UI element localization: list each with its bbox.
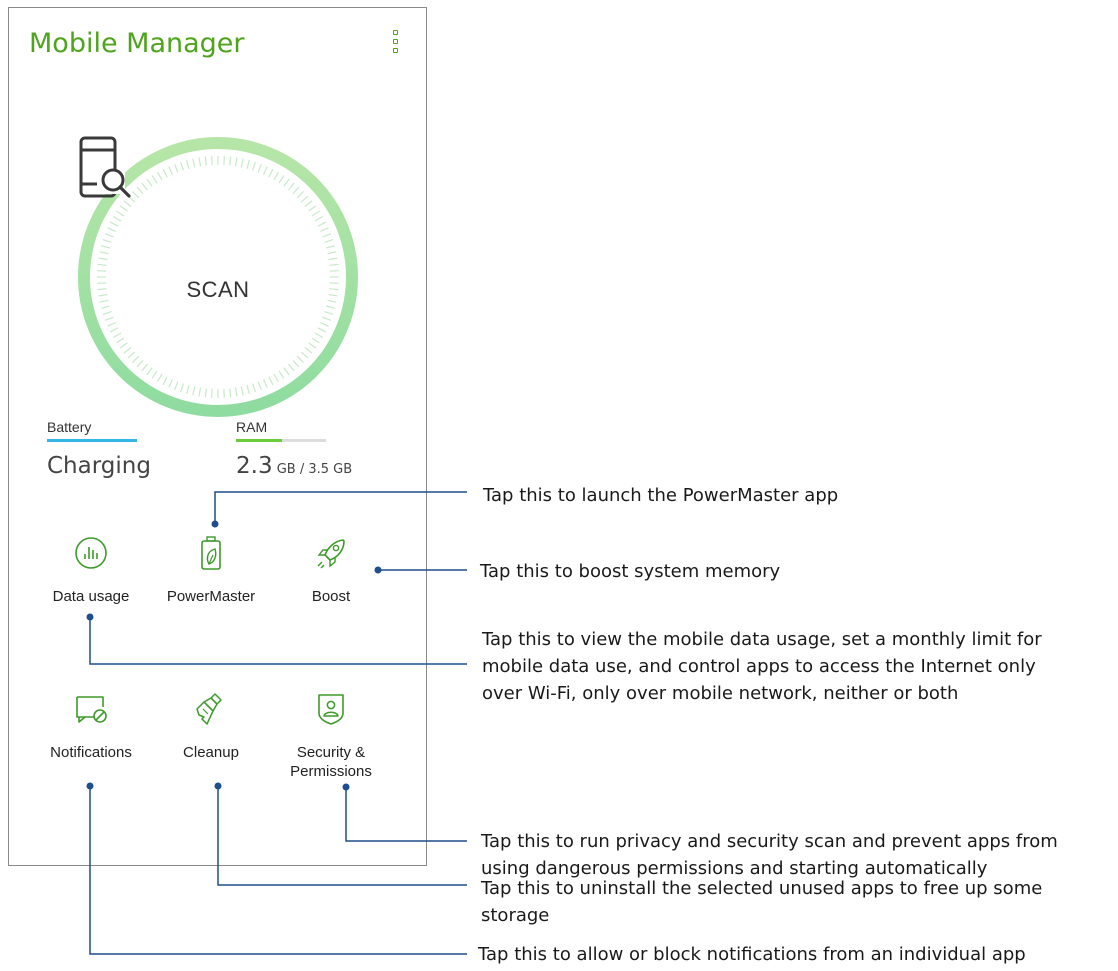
cleanup-callout: Tap this to uninstall the selected unuse… (481, 875, 1042, 929)
notifications-callout-line (89, 786, 467, 955)
data-usage-callout: Tap this to view the mobile data usage, … (482, 626, 1042, 707)
data-usage-callout-line2: mobile data use, and control apps to acc… (482, 656, 1036, 677)
data-usage-callout-line3: over Wi-Fi, only over mobile network, ne… (482, 683, 959, 704)
boost-callout: Tap this to boost system memory (480, 561, 781, 582)
security-callout-line (345, 787, 467, 842)
powermaster-callout: Tap this to launch the PowerMaster app (483, 485, 839, 506)
notifications-callout: Tap this to allow or block notifications… (478, 944, 1026, 965)
cleanup-callout-dot (214, 782, 222, 790)
security-callout-line1: Tap this to run privacy and security sca… (481, 831, 1058, 852)
powermaster-callout-dot (211, 520, 219, 528)
data-usage-callout-line1: Tap this to view the mobile data usage, … (482, 629, 1042, 650)
security-callout-dot (342, 783, 350, 791)
data-usage-callout-line (89, 617, 467, 665)
security-callout: Tap this to run privacy and security sca… (481, 828, 1058, 882)
cleanup-callout-line1: Tap this to uninstall the selected unuse… (481, 878, 1043, 899)
cleanup-callout-line (217, 786, 467, 886)
boost-callout-dot (374, 566, 382, 574)
cleanup-callout-line2: storage (481, 905, 550, 926)
data-usage-callout-dot (86, 613, 94, 621)
powermaster-callout-line (214, 491, 467, 524)
notifications-callout-dot (86, 782, 94, 790)
